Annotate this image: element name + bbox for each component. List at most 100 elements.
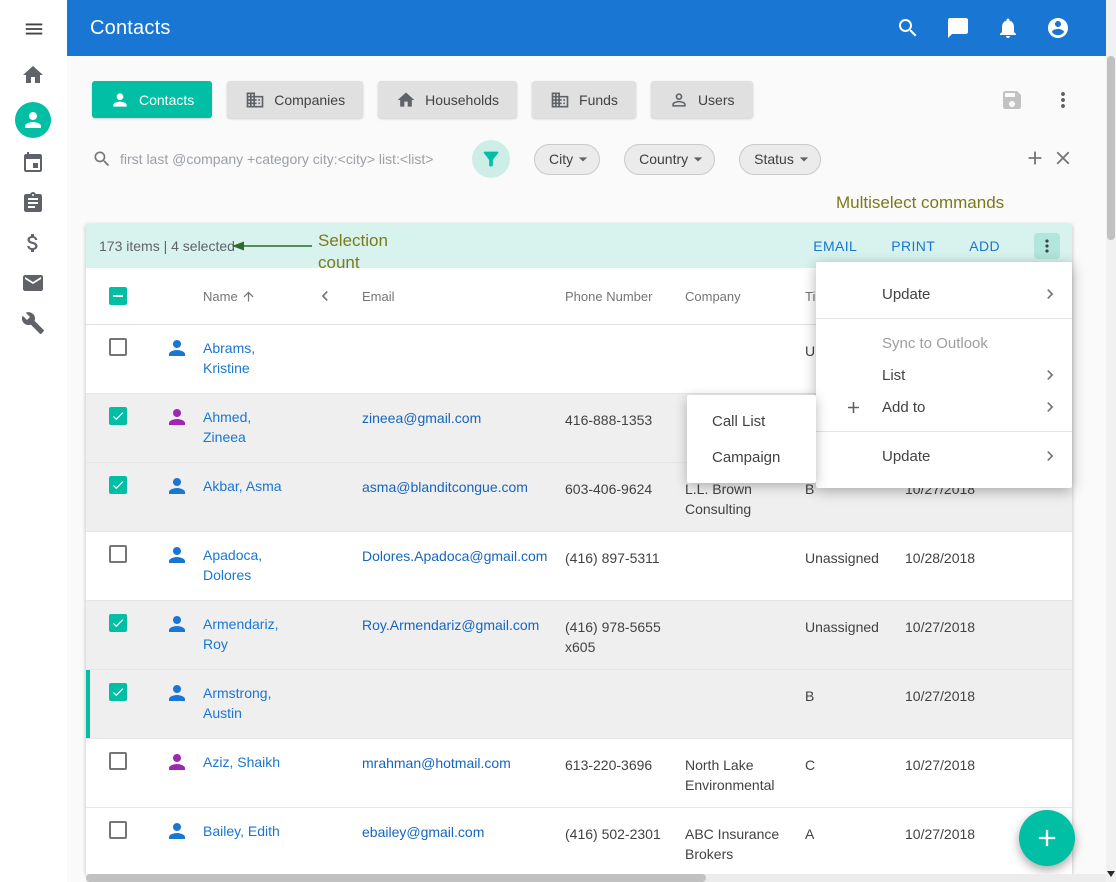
calendar-icon[interactable]	[21, 151, 45, 175]
row-checkbox[interactable]	[86, 739, 160, 770]
column-header-name[interactable]: Name	[203, 289, 315, 304]
menu-item-label: Update	[882, 448, 930, 465]
contact-name-link[interactable]: Apadoca, Dolores	[203, 532, 315, 585]
menu-item-update-top[interactable]: Update	[816, 270, 1072, 318]
multiselect-more-button[interactable]	[1034, 233, 1060, 259]
menu-item-update-bottom[interactable]: Update	[816, 432, 1072, 480]
chevron-down-icon	[573, 149, 593, 169]
filter-chip-status[interactable]: Status	[739, 144, 821, 175]
contact-name-link[interactable]: Bailey, Edith	[203, 808, 315, 841]
table-row[interactable]: Apadoca, Dolores Dolores.Apadoca@gmail.co…	[86, 532, 1072, 601]
add-button[interactable]: ADD	[969, 238, 1000, 254]
contact-email-link[interactable]: Roy.Armendariz@gmail.com	[362, 601, 565, 635]
table-row[interactable]: Aziz, Shaikh mrahman@hotmail.com613-220-3…	[86, 739, 1072, 808]
chevron-right-icon	[1040, 397, 1060, 417]
table-row[interactable]: Bailey, Edith ebailey@gmail.com(416) 502-…	[86, 808, 1072, 874]
person-icon	[110, 90, 130, 110]
row-checkbox[interactable]	[86, 601, 160, 632]
row-checkbox[interactable]	[86, 532, 160, 563]
menu-item-sync-to-outlook[interactable]: Sync to Outlook	[816, 327, 1072, 359]
row-checkbox[interactable]	[86, 394, 160, 425]
filter-button[interactable]	[472, 140, 510, 178]
horizontal-scrollbar-thumb[interactable]	[86, 874, 706, 882]
submenu-item-call-list[interactable]: Call List	[687, 403, 816, 439]
contact-phone: 613-220-3696	[565, 739, 685, 775]
account-icon[interactable]	[1046, 16, 1070, 40]
contact-name-link[interactable]: Aziz, Shaikh	[203, 739, 315, 772]
column-header-company[interactable]: Company	[685, 289, 805, 304]
menu-item-label: Update	[882, 286, 930, 303]
table-row[interactable]: Armstrong, AustinB10/27/2018	[86, 670, 1072, 739]
contact-name-link[interactable]: Armendariz, Roy	[203, 601, 315, 654]
submenu-item-campaign[interactable]: Campaign	[687, 439, 816, 475]
annotation-arrow	[232, 239, 316, 253]
app-header: Contacts	[67, 0, 1116, 56]
row-checkbox[interactable]	[86, 463, 160, 494]
contact-tier: Unassigned	[805, 601, 905, 637]
chat-icon[interactable]	[946, 16, 970, 40]
add-filter-button[interactable]	[1024, 147, 1048, 171]
toolbar-more-options-button[interactable]	[1051, 88, 1075, 112]
chip-label: Country	[639, 151, 688, 167]
vertical-scrollbar[interactable]	[1106, 0, 1116, 882]
contact-email-link[interactable]	[362, 670, 565, 684]
row-checkbox[interactable]	[86, 808, 160, 839]
tools-icon[interactable]	[21, 311, 45, 335]
contact-email-link[interactable]: mrahman@hotmail.com	[362, 739, 565, 773]
contact-email-link[interactable]: Dolores.Apadoca@gmail.com	[362, 532, 565, 566]
horizontal-scrollbar[interactable]	[86, 874, 1106, 882]
menu-icon[interactable]	[23, 18, 47, 42]
add-contact-fab[interactable]	[1019, 810, 1075, 866]
contact-name-link[interactable]: Abrams, Kristine	[203, 325, 315, 378]
collapse-column-button[interactable]	[315, 286, 362, 306]
filter-chip-city[interactable]: City	[534, 144, 600, 175]
tab-companies[interactable]: Companies	[227, 81, 363, 118]
tab-households[interactable]: Households	[378, 81, 517, 118]
contact-name-link[interactable]: Akbar, Asma	[203, 463, 315, 496]
home-icon[interactable]	[21, 63, 45, 87]
tab-funds[interactable]: Funds	[532, 81, 636, 118]
money-icon[interactable]	[21, 231, 45, 255]
column-header-email[interactable]: Email	[362, 289, 565, 304]
person-icon	[160, 601, 203, 636]
row-checkbox[interactable]	[86, 325, 160, 356]
table-row[interactable]: Armendariz, RoyRoy.Armendariz@gmail.com(…	[86, 601, 1072, 670]
contact-name-link[interactable]: Armstrong, Austin	[203, 670, 315, 723]
contact-email-link[interactable]	[362, 325, 565, 339]
contacts-nav-icon[interactable]	[15, 102, 51, 138]
search-icon[interactable]	[896, 16, 920, 40]
tasks-icon[interactable]	[21, 191, 45, 215]
mail-icon[interactable]	[21, 271, 45, 295]
row-checkbox[interactable]	[86, 670, 160, 701]
menu-item-add-to[interactable]: Add to	[816, 391, 1072, 423]
notifications-icon[interactable]	[996, 16, 1020, 40]
contact-name-link[interactable]: Ahmed, Zineea	[203, 394, 315, 447]
menu-item-list[interactable]: List	[816, 359, 1072, 391]
filter-chip-country[interactable]: Country	[624, 144, 715, 175]
select-all-checkbox[interactable]	[86, 287, 160, 305]
tab-label: Contacts	[139, 92, 194, 108]
contact-email-link[interactable]: asma@blanditcongue.com	[362, 463, 565, 497]
plus-icon	[844, 398, 863, 417]
page-title: Contacts	[90, 17, 171, 40]
contact-email-link[interactable]: zineea@gmail.com	[362, 394, 565, 428]
tab-label: Companies	[274, 92, 345, 108]
contact-phone	[565, 325, 685, 341]
tab-contacts[interactable]: Contacts	[92, 81, 212, 118]
chevron-right-icon	[1040, 365, 1060, 385]
clear-search-button[interactable]	[1052, 147, 1076, 171]
scroll-down-button[interactable]	[1106, 866, 1116, 882]
search-input[interactable]	[120, 151, 472, 167]
tab-label: Funds	[579, 92, 618, 108]
email-button[interactable]: EMAIL	[813, 238, 857, 254]
vertical-scrollbar-thumb[interactable]	[1107, 56, 1115, 240]
contact-date: 10/28/2018	[905, 532, 1072, 568]
contact-date: 10/27/2018	[905, 739, 1072, 775]
contact-phone: (416) 502-2301	[565, 808, 685, 844]
save-view-button[interactable]	[1000, 88, 1024, 112]
chip-label: Status	[754, 151, 794, 167]
print-button[interactable]: PRINT	[891, 238, 935, 254]
column-header-phone[interactable]: Phone Number	[565, 289, 685, 304]
contact-email-link[interactable]: ebailey@gmail.com	[362, 808, 565, 842]
tab-users[interactable]: Users	[651, 81, 753, 118]
